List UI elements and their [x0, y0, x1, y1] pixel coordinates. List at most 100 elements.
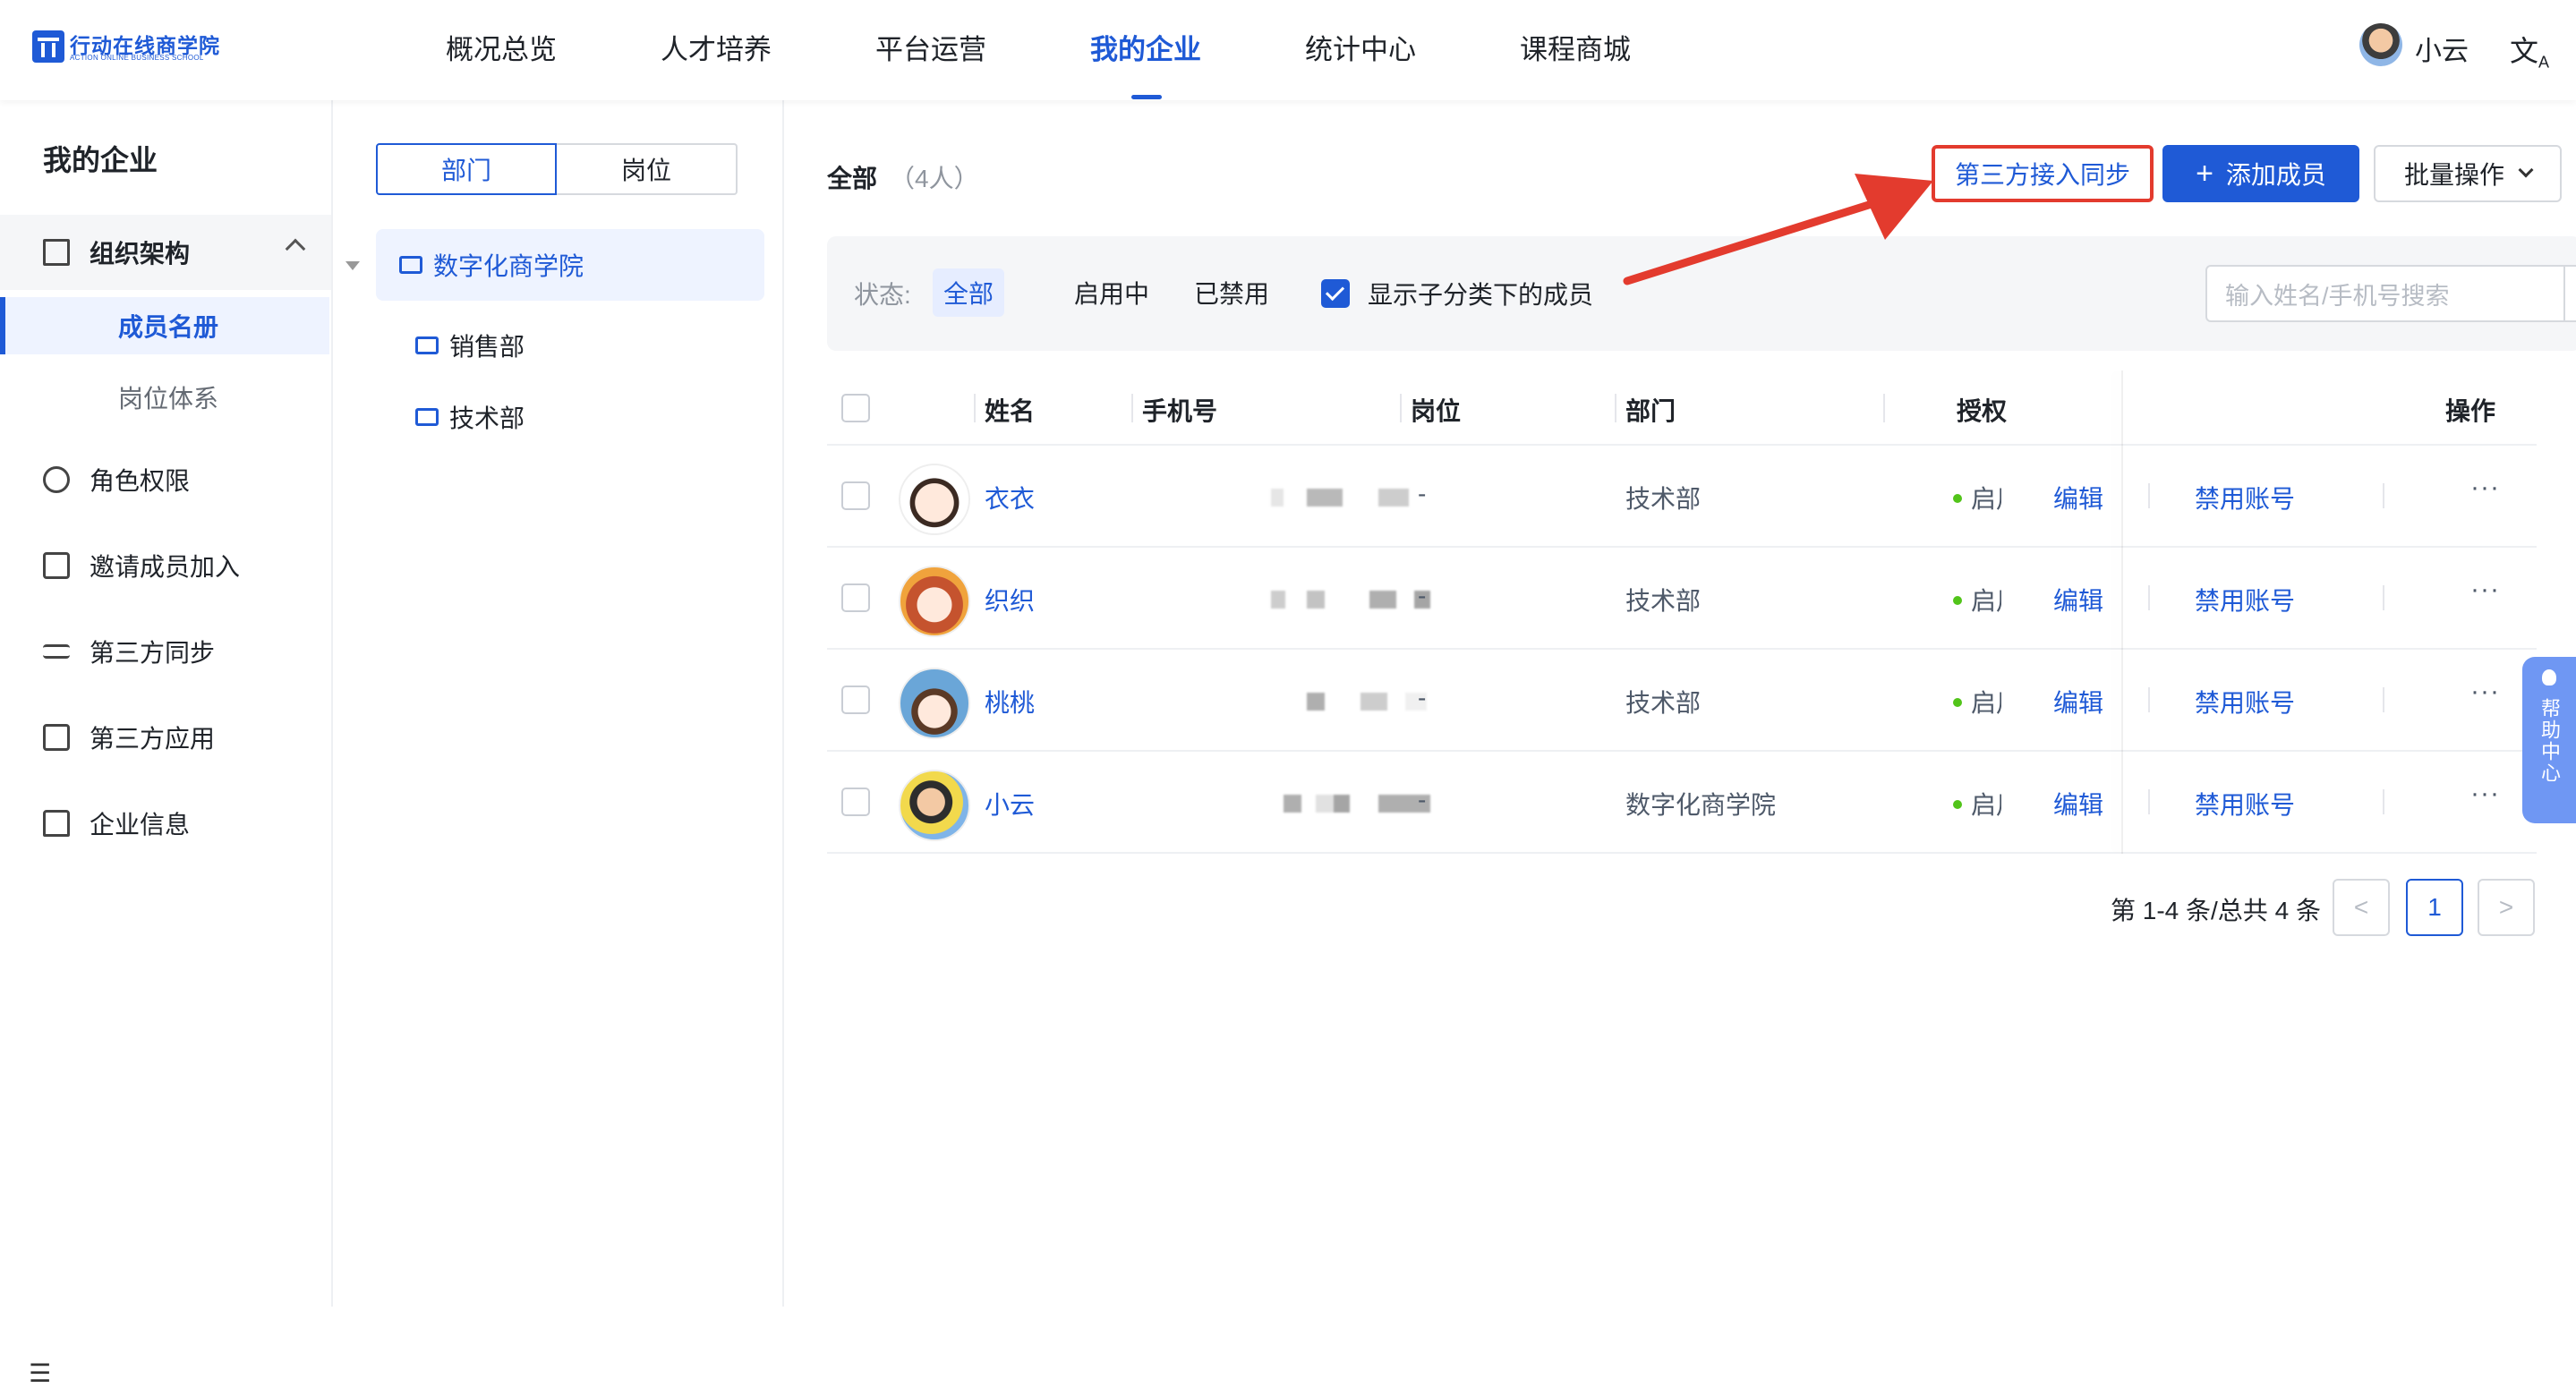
department-cell: 技术部	[1625, 485, 1702, 513]
tree-node-label: 数字化商学院	[433, 252, 584, 280]
sidebar-item-third-party-apps[interactable]: 第三方应用	[43, 720, 215, 755]
add-member-button[interactable]: + 添加成员	[2162, 145, 2359, 202]
row-checkbox[interactable]	[841, 788, 870, 816]
plus-icon: +	[2196, 156, 2213, 191]
edit-button[interactable]: 编辑	[2053, 684, 2103, 720]
help-center-label: 帮助中心	[2538, 698, 2561, 784]
batch-actions-button[interactable]: 批量操作	[2374, 145, 2562, 202]
top-bar: 行动在线商学院 ACTION ONLINE BUSINESS SCHOOL 概况…	[0, 0, 2576, 100]
nav-overview[interactable]: 概况总览	[446, 27, 557, 67]
avatar[interactable]	[899, 770, 970, 841]
tree-node-tech[interactable]: 技术部	[415, 390, 525, 444]
tree-node-sales[interactable]: 销售部	[415, 319, 525, 372]
logo-icon[interactable]	[32, 30, 64, 63]
sidebar-item-invite[interactable]: 邀请成员加入	[43, 548, 240, 583]
department-cell: 数字化商学院	[1625, 791, 1777, 819]
row-checkbox[interactable]	[841, 583, 870, 612]
action-divider	[2383, 483, 2384, 508]
phone-number-masked	[1271, 685, 1432, 716]
position-cell: -	[1418, 582, 1427, 609]
status-text: 启用中	[1971, 485, 2001, 513]
nav-talent[interactable]: 人才培养	[661, 27, 772, 67]
nav-active-indicator	[1131, 95, 1162, 99]
caret-down-icon[interactable]	[345, 261, 360, 270]
row-checkbox[interactable]	[841, 481, 870, 510]
third-party-sync-button[interactable]: 第三方接入同步	[1932, 145, 2154, 202]
translate-icon[interactable]: 文A	[2510, 29, 2549, 72]
batch-actions-label: 批量操作	[2403, 161, 2504, 189]
user-avatar[interactable]	[2359, 23, 2402, 66]
column-header-department[interactable]: 部门	[1625, 392, 1676, 428]
sidebar-sub-member-roster[interactable]: 成员名册	[0, 297, 329, 354]
select-all-checkbox[interactable]	[841, 394, 870, 422]
collapse-sidebar-icon[interactable]: ☰	[29, 1358, 51, 1388]
status-dot	[1953, 698, 1962, 707]
tab-position[interactable]: 岗位	[557, 143, 738, 195]
search-input[interactable]: 输入姓名/手机号搜索	[2205, 265, 2565, 322]
position-cell: -	[1418, 480, 1427, 507]
row-checkbox[interactable]	[841, 685, 870, 714]
column-header-name[interactable]: 姓名	[985, 392, 1035, 428]
edit-button[interactable]: 编辑	[2053, 786, 2103, 822]
tree-node-label: 销售部	[449, 333, 525, 361]
disable-account-button[interactable]: 禁用账号	[2195, 684, 2295, 720]
tab-department[interactable]: 部门	[376, 143, 557, 195]
member-name-link[interactable]: 织织	[985, 582, 1035, 617]
prev-page-button[interactable]: <	[2333, 879, 2390, 936]
column-divider	[1883, 394, 1885, 422]
sidebar-item-third-party-sync[interactable]: 第三方同步	[43, 634, 215, 669]
member-name-link[interactable]: 桃桃	[985, 684, 1035, 720]
show-sub-members-label[interactable]: 显示子分类下的成员	[1368, 276, 1593, 311]
org-chart-icon	[43, 239, 70, 266]
column-header-auth[interactable]: 授权	[1957, 392, 2010, 428]
more-actions-icon[interactable]: ···	[2470, 473, 2500, 503]
avatar[interactable]	[899, 464, 970, 535]
status-dot	[1953, 494, 1962, 503]
department-tree-panel: 部门 岗位 数字化商学院 销售部 技术部	[333, 100, 784, 1307]
status-dot	[1953, 800, 1962, 809]
user-name[interactable]: 小云	[2415, 29, 2469, 68]
edit-button[interactable]: 编辑	[2053, 582, 2103, 617]
nav-course-mall[interactable]: 课程商城	[1520, 27, 1631, 67]
sidebar-item-label: 第三方同步	[90, 639, 216, 667]
page-button-current[interactable]: 1	[2406, 879, 2463, 936]
filter-enabled[interactable]: 启用中	[1063, 268, 1160, 317]
nav-my-enterprise[interactable]: 我的企业	[1090, 27, 1201, 67]
filter-all[interactable]: 全部	[933, 268, 1005, 317]
disable-account-button[interactable]: 禁用账号	[2195, 582, 2295, 617]
help-center-button[interactable]: 帮助中心	[2522, 657, 2576, 823]
column-header-phone[interactable]: 手机号	[1142, 392, 1217, 428]
edit-button[interactable]: 编辑	[2053, 480, 2103, 515]
member-count: （4人）	[890, 165, 979, 192]
nav-statistics[interactable]: 统计中心	[1305, 27, 1416, 67]
show-sub-members-checkbox[interactable]	[1321, 279, 1350, 308]
sidebar-item-label: 企业信息	[90, 811, 191, 839]
more-actions-icon[interactable]: ···	[2470, 779, 2500, 809]
sidebar-item-roles[interactable]: 角色权限	[43, 462, 190, 498]
page-title: 全部	[827, 165, 878, 192]
folder-icon	[399, 256, 422, 274]
next-page-button[interactable]: >	[2478, 879, 2535, 936]
search-icon[interactable]	[2563, 265, 2576, 322]
column-divider	[1400, 394, 1402, 422]
member-name-link[interactable]: 小云	[985, 786, 1035, 822]
disable-account-button[interactable]: 禁用账号	[2195, 786, 2295, 822]
avatar[interactable]	[899, 668, 970, 739]
department-cell: 技术部	[1625, 689, 1702, 717]
sidebar-sub-position-system[interactable]: 岗位体系	[0, 369, 329, 426]
more-actions-icon[interactable]: ···	[2470, 677, 2500, 707]
filter-disabled[interactable]: 已禁用	[1183, 268, 1280, 317]
avatar[interactable]	[899, 566, 970, 637]
more-actions-icon[interactable]: ···	[2470, 575, 2500, 605]
member-name-link[interactable]: 衣衣	[985, 480, 1035, 515]
column-divider	[974, 394, 976, 422]
position-cell: -	[1418, 684, 1427, 711]
sidebar-item-enterprise-info[interactable]: 企业信息	[43, 805, 190, 841]
sidebar-item-org[interactable]: 组织架构	[43, 234, 190, 270]
column-header-position[interactable]: 岗位	[1411, 392, 1461, 428]
column-divider	[1615, 394, 1616, 422]
tree-node-root[interactable]: 数字化商学院	[376, 229, 764, 301]
chevron-down-icon	[2518, 162, 2534, 178]
nav-operation[interactable]: 平台运营	[875, 27, 986, 67]
disable-account-button[interactable]: 禁用账号	[2195, 480, 2295, 515]
